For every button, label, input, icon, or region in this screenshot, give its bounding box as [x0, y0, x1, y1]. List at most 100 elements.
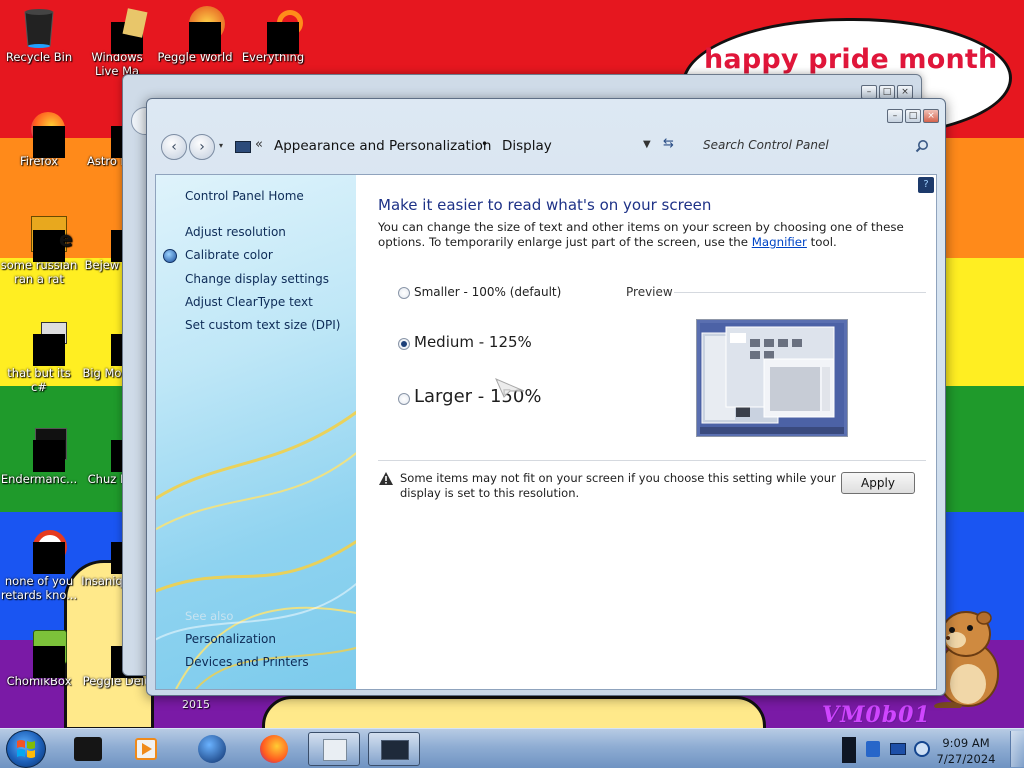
clock[interactable]: 9:09 AM 7/27/2024 — [936, 735, 996, 767]
firefox-icon — [260, 735, 288, 763]
desktop-icon-firefox[interactable]: Firefox — [0, 110, 78, 168]
taskbar-control-panel[interactable] — [368, 732, 420, 766]
background-window-caption-buttons: – □ × — [861, 85, 913, 99]
opera-like-icon — [19, 530, 67, 574]
calibrate-color-link[interactable]: Calibrate color — [185, 248, 273, 262]
document-icon — [323, 739, 347, 761]
system-tray: 9:09 AM 7/27/2024 — [840, 731, 1024, 767]
taskbar-explorer[interactable] — [308, 732, 360, 766]
desktop-icon-label: Recycle Bin — [5, 50, 73, 64]
apply-button[interactable]: Apply — [841, 472, 915, 494]
maximize-icon[interactable]: □ — [879, 85, 895, 99]
refresh-icon[interactable]: ⇆ — [663, 136, 674, 151]
desktop-icon-some-russian[interactable]: e some russian ran a rat — [0, 214, 78, 286]
network-icon[interactable] — [866, 741, 880, 757]
desktop-icon-endermanch[interactable]: Endermanc... — [0, 428, 78, 486]
taskbar-firefox[interactable] — [248, 732, 300, 766]
back-arrow-icon[interactable]: ‹ — [161, 134, 187, 160]
option-medium-label[interactable]: Medium - 125% — [414, 333, 532, 351]
clock-time: 9:09 AM — [942, 736, 990, 750]
show-desktop-button[interactable] — [1010, 731, 1024, 767]
window-content: Control Panel Home Adjust resolution Cal… — [155, 174, 937, 690]
taskbar-black-app[interactable] — [62, 732, 114, 766]
main-pane: ? Make it easier to read what's on your … — [356, 175, 936, 689]
radio-medium[interactable] — [398, 338, 410, 350]
desktop-icon-peggle-world[interactable]: Peggle World — [156, 6, 234, 64]
devices-and-printers-link[interactable]: Devices and Printers — [185, 655, 309, 669]
windows-logo-icon — [17, 740, 35, 758]
preview-image — [696, 319, 848, 437]
control-panel-icon — [235, 141, 251, 153]
maximize-icon[interactable]: □ — [905, 109, 921, 123]
search-box[interactable]: Search Control Panel — [697, 133, 933, 159]
chomikbox-icon — [19, 630, 67, 678]
address-dropdown-icon[interactable]: ▼ — [643, 139, 651, 150]
minimize-icon[interactable]: – — [861, 85, 877, 99]
caption-buttons: – □ × — [887, 109, 939, 123]
page-description: You can change the size of text and othe… — [378, 220, 918, 250]
windows-live-icon — [97, 6, 148, 54]
mouse-cursor-icon — [495, 378, 525, 398]
change-display-settings-link[interactable]: Change display settings — [185, 272, 329, 286]
watermark-text: VM0b01 — [822, 702, 931, 728]
search-icon[interactable] — [915, 139, 929, 153]
clock-date: 7/27/2024 — [936, 752, 996, 766]
desktop-icon-label: none of you retards kno... — [0, 574, 78, 602]
minimize-icon[interactable]: – — [887, 109, 903, 123]
warning-icon — [379, 472, 393, 485]
start-button[interactable] — [6, 730, 46, 768]
preview-divider — [674, 292, 926, 293]
desktop-icon-that-but-its-csharp[interactable]: that but its c# — [0, 322, 78, 394]
description-text-end: tool. — [806, 235, 837, 249]
option-smaller-label[interactable]: Smaller - 100% (default) — [414, 285, 561, 299]
display-tray-icon[interactable] — [890, 743, 906, 755]
display-icon — [381, 740, 409, 760]
taskbar-media-player[interactable] — [120, 732, 172, 766]
control-panel-window[interactable]: – □ × ‹ › ▾ « Appearance and Personaliza… — [146, 98, 946, 696]
desktop-icon-none-of-you[interactable]: none of you retards kno... — [0, 530, 78, 602]
personalization-link[interactable]: Personalization — [185, 632, 276, 646]
desktop-icon-recycle-bin[interactable]: Recycle Bin — [0, 6, 78, 64]
search-input[interactable]: Search Control Panel — [703, 138, 829, 152]
show-hidden-icons-icon[interactable] — [842, 737, 856, 763]
adjust-resolution-link[interactable]: Adjust resolution — [185, 225, 286, 239]
control-panel-home-link[interactable]: Control Panel Home — [185, 189, 304, 203]
window-stack-icon — [19, 322, 67, 366]
radio-smaller[interactable] — [398, 287, 410, 299]
custom-text-size-link[interactable]: Set custom text size (DPI) — [185, 318, 340, 332]
play-icon — [142, 743, 152, 755]
desktop-icon-label: that but its c# — [7, 366, 71, 394]
preview-label: Preview — [626, 285, 673, 299]
recycle-bin-icon — [19, 6, 59, 48]
shield-icon — [163, 249, 177, 263]
desktop-icon-label: some russian ran a rat — [0, 258, 78, 286]
address-bar[interactable]: « Appearance and Personalization • Displ… — [231, 133, 691, 159]
taskbar: 9:09 AM 7/27/2024 — [0, 728, 1024, 768]
task-pane: Control Panel Home Adjust resolution Cal… — [156, 175, 356, 689]
section-divider — [378, 460, 926, 461]
file-icon: e — [19, 214, 73, 262]
magnifier-link[interactable]: Magnifier — [752, 235, 807, 249]
volume-icon[interactable] — [914, 741, 930, 757]
desktop-icon-chomikbox[interactable]: ChomikBox — [0, 630, 78, 688]
breadcrumb-appearance[interactable]: Appearance and Personalization — [274, 138, 491, 154]
breadcrumb-separator-icon[interactable]: • — [481, 137, 488, 151]
page-title: Make it easier to read what's on your sc… — [378, 196, 712, 214]
breadcrumb-overflow-icon[interactable]: « — [255, 137, 263, 152]
see-also-heading: See also — [185, 609, 234, 623]
black-box-icon — [74, 737, 102, 761]
breadcrumb-display[interactable]: Display — [502, 138, 552, 154]
everything-icon — [253, 6, 303, 54]
forward-arrow-icon[interactable]: › — [189, 134, 215, 160]
close-icon[interactable]: × — [923, 109, 939, 123]
desktop-icon-everything[interactable]: Everything — [234, 6, 312, 64]
program-icon — [19, 428, 67, 472]
desktop-icon-windows-live[interactable]: Windows Live Ma — [78, 6, 156, 78]
recent-pages-chevron-icon[interactable]: ▾ — [219, 141, 223, 150]
radio-larger[interactable] — [398, 393, 410, 405]
globe-icon — [198, 735, 226, 763]
taskbar-globe-app[interactable] — [186, 732, 238, 766]
close-icon[interactable]: × — [897, 85, 913, 99]
help-icon[interactable]: ? — [918, 177, 934, 193]
adjust-cleartype-link[interactable]: Adjust ClearType text — [185, 295, 313, 309]
